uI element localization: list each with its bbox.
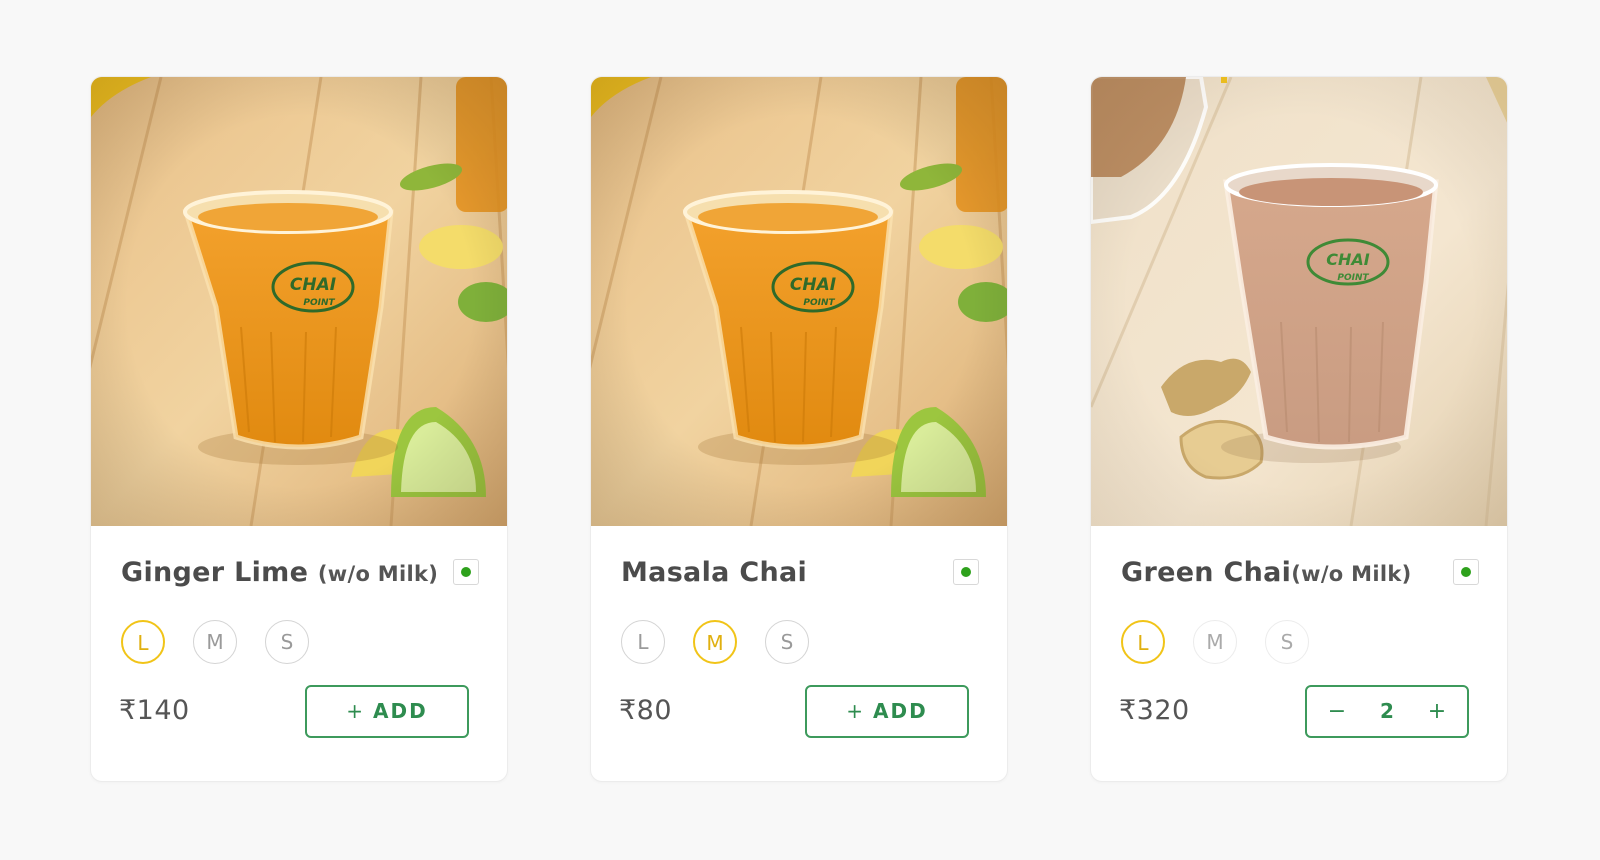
product-card-ginger-lime[interactable]: CHAI POINT Ginger Lime (w/o Milk) L M S … (90, 76, 508, 782)
veg-indicator-icon (953, 559, 979, 585)
product-price: ₹320 (1119, 695, 1190, 726)
product-card-green-chai[interactable]: CHAI POINT Green Chai(w/o Milk) L M S ₹3… (1090, 76, 1508, 782)
lime-tea-photo: CHAI POINT (591, 77, 1007, 526)
size-selector: L M S (1121, 620, 1381, 668)
add-button[interactable]: + ADD (805, 685, 969, 738)
product-grid: CHAI POINT Ginger Lime (w/o Milk) L M S … (0, 0, 1600, 860)
product-price: ₹140 (119, 695, 190, 726)
plus-icon: + (846, 699, 866, 723)
size-option-m[interactable]: M (193, 620, 237, 664)
product-title: Masala Chai (621, 557, 808, 588)
product-title: Ginger Lime (w/o Milk) (121, 557, 439, 588)
size-option-l[interactable]: L (121, 620, 165, 664)
lime-tea-photo: CHAI POINT (91, 77, 507, 526)
title-row: Green Chai(w/o Milk) (1121, 553, 1479, 593)
product-price: ₹80 (619, 695, 673, 726)
product-card-masala-chai[interactable]: CHAI POINT Masala Chai L M S ₹80 + ADD (590, 76, 1008, 782)
veg-dot (461, 567, 471, 577)
product-title: Green Chai(w/o Milk) (1121, 557, 1412, 588)
title-row: Masala Chai (621, 553, 979, 593)
size-option-m[interactable]: M (693, 620, 737, 664)
size-option-s[interactable]: S (765, 620, 809, 664)
quantity-value: 2 (1380, 699, 1394, 723)
title-row: Ginger Lime (w/o Milk) (121, 553, 479, 593)
size-option-s[interactable]: S (1265, 620, 1309, 664)
size-option-m[interactable]: M (1193, 620, 1237, 664)
add-label: ADD (373, 699, 428, 723)
increment-button[interactable]: + (1417, 687, 1457, 736)
veg-indicator-icon (1453, 559, 1479, 585)
quantity-stepper: − 2 + (1305, 685, 1469, 738)
size-selector: L M S (121, 620, 381, 668)
plus-icon: + (346, 699, 366, 723)
add-button[interactable]: + ADD (305, 685, 469, 738)
milk-chai-photo: CHAI POINT (1091, 77, 1507, 526)
size-option-l[interactable]: L (621, 620, 665, 664)
size-option-s[interactable]: S (265, 620, 309, 664)
veg-indicator-icon (453, 559, 479, 585)
add-label: ADD (873, 699, 928, 723)
product-subtitle: (w/o Milk) (317, 562, 439, 586)
veg-dot (961, 567, 971, 577)
size-selector: L M S (621, 620, 881, 668)
product-subtitle: (w/o Milk) (1291, 562, 1412, 586)
veg-dot (1461, 567, 1471, 577)
size-option-l[interactable]: L (1121, 620, 1165, 664)
decrement-button[interactable]: − (1317, 687, 1357, 736)
